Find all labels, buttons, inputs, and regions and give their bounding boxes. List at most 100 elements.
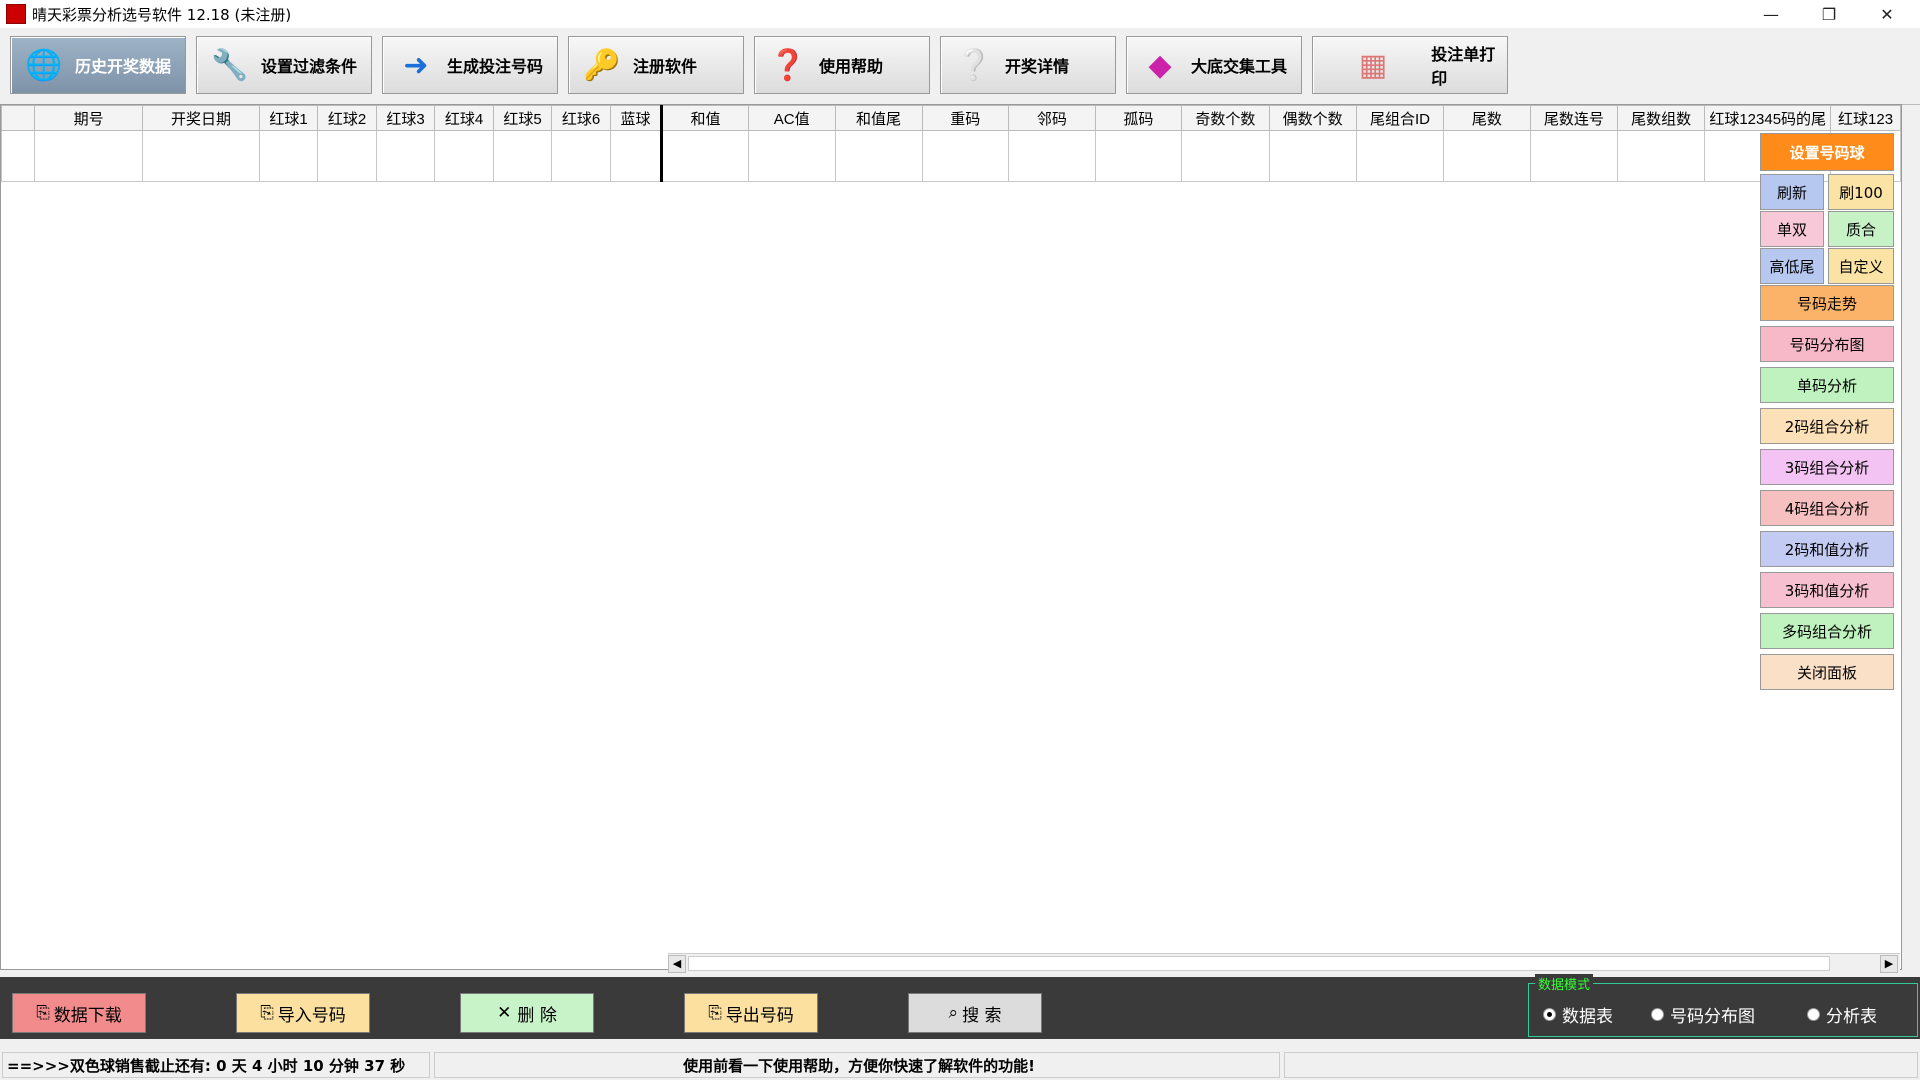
single-analysis-button[interactable]: 单码分析: [1760, 367, 1894, 403]
close-button[interactable]: ✕: [1858, 0, 1916, 28]
filter-cell[interactable]: [551, 130, 611, 182]
data-download-button[interactable]: ⎘ 数据下载: [12, 993, 146, 1033]
filter-cell[interactable]: [375, 130, 436, 182]
filter-cell[interactable]: [1181, 130, 1270, 182]
sum2-analysis-button[interactable]: 2码和值分析: [1760, 531, 1894, 567]
mode-radio-distribution[interactable]: 号码分布图: [1651, 1002, 1755, 1027]
import-numbers-button[interactable]: ⎘ 导入号码: [236, 993, 370, 1033]
filter-row[interactable]: [1, 130, 1901, 182]
filter-cell[interactable]: [834, 130, 923, 182]
filter-cell[interactable]: [1443, 130, 1531, 182]
sum3-analysis-button[interactable]: 3码和值分析: [1760, 572, 1894, 608]
custom-button[interactable]: 自定义: [1828, 248, 1894, 284]
column-header[interactable]: 奇数个数: [1181, 105, 1270, 131]
export-numbers-button[interactable]: ⎘ 导出号码: [684, 993, 818, 1033]
column-header[interactable]: 红球3: [375, 105, 436, 131]
filter-cell[interactable]: [142, 130, 260, 182]
minimize-button[interactable]: —: [1742, 0, 1800, 28]
history-data-label: 历史开奖数据: [75, 57, 172, 76]
scroll-right-icon[interactable]: ▶: [1880, 955, 1898, 973]
history-data-button[interactable]: 🌐 历史开奖数据: [10, 36, 186, 94]
radio-dot-icon: [1543, 1008, 1556, 1021]
combo4-analysis-button[interactable]: 4码组合分析: [1760, 490, 1894, 526]
scroll-left-icon[interactable]: ◀: [668, 955, 686, 973]
data-grid[interactable]: 期号 开奖日期 红球1 红球2 红球3 红球4 红球5 红球6 蓝球 和值 AC值 和值尾 重码 邻码 孤码…: [0, 104, 1902, 970]
status-empty-pane: [1284, 1052, 1918, 1078]
filter-cell[interactable]: [1616, 130, 1706, 182]
window-title: 晴天彩票分析选号软件 12.18 (未注册): [32, 5, 292, 24]
filter-cell[interactable]: [661, 130, 749, 182]
column-header[interactable]: 尾数组数: [1616, 105, 1706, 131]
column-header[interactable]: 红球2: [317, 105, 377, 131]
combo3-analysis-button[interactable]: 3码组合分析: [1760, 449, 1894, 485]
column-header[interactable]: 开奖日期: [142, 105, 260, 131]
filter-cell[interactable]: [1268, 130, 1357, 182]
register-button[interactable]: 🔑 注册软件: [568, 36, 744, 94]
mode-radio-analysis[interactable]: 分析表: [1807, 1002, 1877, 1027]
filter-cell[interactable]: [434, 130, 494, 182]
mode-table-label: 数据表: [1562, 1007, 1613, 1027]
column-header[interactable]: 红球4: [434, 105, 494, 131]
column-header[interactable]: 红球123: [1830, 105, 1901, 131]
filter-cell[interactable]: [609, 130, 664, 182]
export-icon: ⎘: [708, 1003, 722, 1023]
distribution-button[interactable]: 号码分布图: [1760, 326, 1894, 362]
table-header: 期号 开奖日期 红球1 红球2 红球3 红球4 红球5 红球6 蓝球 和值 AC值 和值尾 重码 邻码 孤码…: [1, 105, 1901, 131]
filter-settings-button[interactable]: 🔧 设置过滤条件: [196, 36, 372, 94]
prime-composite-button[interactable]: 质合: [1828, 211, 1894, 247]
combo2-analysis-button[interactable]: 2码组合分析: [1760, 408, 1894, 444]
column-header[interactable]: 红球5: [492, 105, 553, 131]
globe-icon: 🌐: [25, 47, 63, 83]
set-ball-button[interactable]: 设置号码球: [1760, 133, 1894, 171]
column-header[interactable]: 红球12345码的尾: [1704, 105, 1832, 131]
column-header[interactable]: 尾组合ID: [1355, 105, 1445, 131]
filter-cell[interactable]: [1094, 130, 1183, 182]
draw-details-button[interactable]: ❔ 开奖详情: [940, 36, 1116, 94]
scroll-thumb[interactable]: [688, 956, 1830, 971]
column-header[interactable]: 尾数: [1443, 105, 1531, 131]
filter-cell[interactable]: [921, 130, 1010, 182]
filter-cell[interactable]: [317, 130, 377, 182]
filter-cell[interactable]: [1008, 130, 1096, 182]
filter-cell[interactable]: [1529, 130, 1619, 182]
filter-cell[interactable]: [1355, 130, 1445, 182]
title-bar: 晴天彩票分析选号软件 12.18 (未注册) — ❐ ✕: [0, 0, 1920, 29]
intersection-tool-button[interactable]: ◆ 大底交集工具: [1126, 36, 1302, 94]
filter-cell[interactable]: [258, 130, 319, 182]
column-header[interactable]: 邻码: [1008, 105, 1096, 131]
column-header[interactable]: 和值: [661, 105, 749, 131]
column-header[interactable]: 孤码: [1094, 105, 1183, 131]
column-header[interactable]: 重码: [921, 105, 1010, 131]
generate-numbers-button[interactable]: ➜ 生成投注号码: [382, 36, 558, 94]
help-button[interactable]: ❓ 使用帮助: [754, 36, 930, 94]
radio-dot-icon: [1807, 1008, 1820, 1021]
column-header[interactable]: AC值: [747, 105, 836, 131]
high-low-tail-button[interactable]: 高低尾: [1760, 248, 1824, 284]
export-numbers-label: 导出号码: [725, 1005, 794, 1026]
status-bar: ==>>>双色球销售截止还有: 0 天 4 小时 10 分钟 37 秒 使用前看…: [0, 1044, 1920, 1080]
filter-cell[interactable]: [492, 130, 553, 182]
column-header[interactable]: 红球1: [258, 105, 319, 131]
mode-radio-table[interactable]: 数据表: [1543, 1002, 1613, 1027]
maximize-button[interactable]: ❐: [1800, 0, 1858, 28]
refresh100-button[interactable]: 刷100: [1828, 174, 1894, 210]
close-panel-button[interactable]: 关闭面板: [1760, 654, 1894, 690]
print-ticket-button[interactable]: ▦ 投注单打印: [1312, 36, 1508, 94]
mode-analysis-label: 分析表: [1826, 1007, 1877, 1027]
column-header[interactable]: 偶数个数: [1268, 105, 1357, 131]
column-header[interactable]: 期号: [34, 105, 144, 131]
column-header[interactable]: 和值尾: [834, 105, 923, 131]
column-header[interactable]: 蓝球: [609, 105, 664, 131]
search-button[interactable]: ⌕ 搜 索: [908, 993, 1042, 1033]
trend-button[interactable]: 号码走势: [1760, 285, 1894, 321]
delete-button[interactable]: ✕ 删 除: [460, 993, 594, 1033]
column-header[interactable]: 红球6: [551, 105, 611, 131]
odd-even-button[interactable]: 单双: [1760, 211, 1824, 247]
delete-label: 删 除: [517, 1005, 557, 1026]
refresh-button[interactable]: 刷新: [1760, 174, 1824, 210]
filter-cell[interactable]: [34, 130, 144, 182]
filter-cell[interactable]: [747, 130, 836, 182]
multi-combo-analysis-button[interactable]: 多码组合分析: [1760, 613, 1894, 649]
column-header[interactable]: 尾数连号: [1529, 105, 1619, 131]
horizontal-scrollbar[interactable]: ◀ ▶: [668, 953, 1900, 973]
